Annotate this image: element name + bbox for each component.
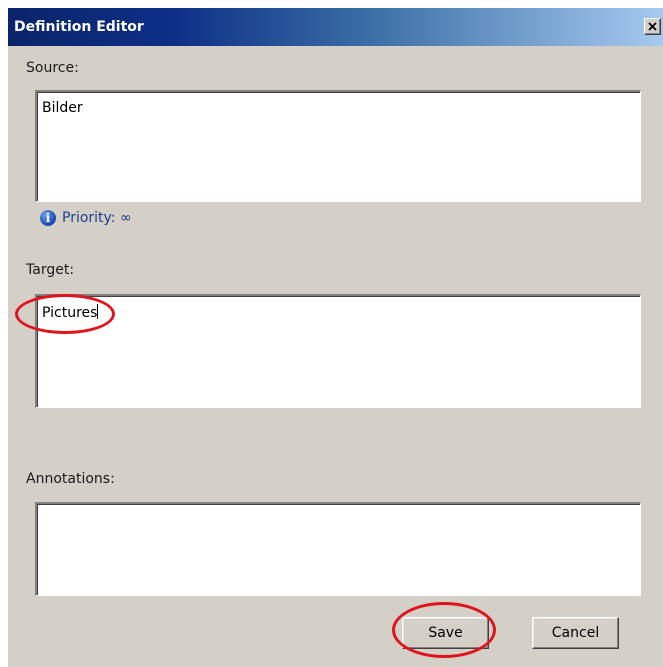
close-icon xyxy=(648,22,657,31)
title-bar[interactable]: Definition Editor xyxy=(8,8,663,46)
target-value: Pictures xyxy=(42,305,98,321)
dialog-title: Definition Editor xyxy=(14,19,144,35)
target-textarea[interactable]: Pictures xyxy=(35,294,641,408)
info-icon: i xyxy=(40,210,56,226)
text-cursor xyxy=(97,304,99,319)
definition-editor-dialog: Definition Editor Source: Bilder i Prior… xyxy=(8,8,663,667)
priority-text: Priority: ∞ xyxy=(62,210,132,226)
priority-indicator: i Priority: ∞ xyxy=(40,210,132,226)
target-label: Target: xyxy=(26,262,75,278)
source-label: Source: xyxy=(26,60,79,76)
save-button[interactable]: Save xyxy=(402,617,489,649)
source-textarea[interactable]: Bilder xyxy=(35,90,641,202)
annotations-label: Annotations: xyxy=(26,471,115,487)
annotations-textarea[interactable] xyxy=(35,502,641,596)
cancel-button[interactable]: Cancel xyxy=(532,617,619,649)
close-button[interactable] xyxy=(644,18,661,35)
